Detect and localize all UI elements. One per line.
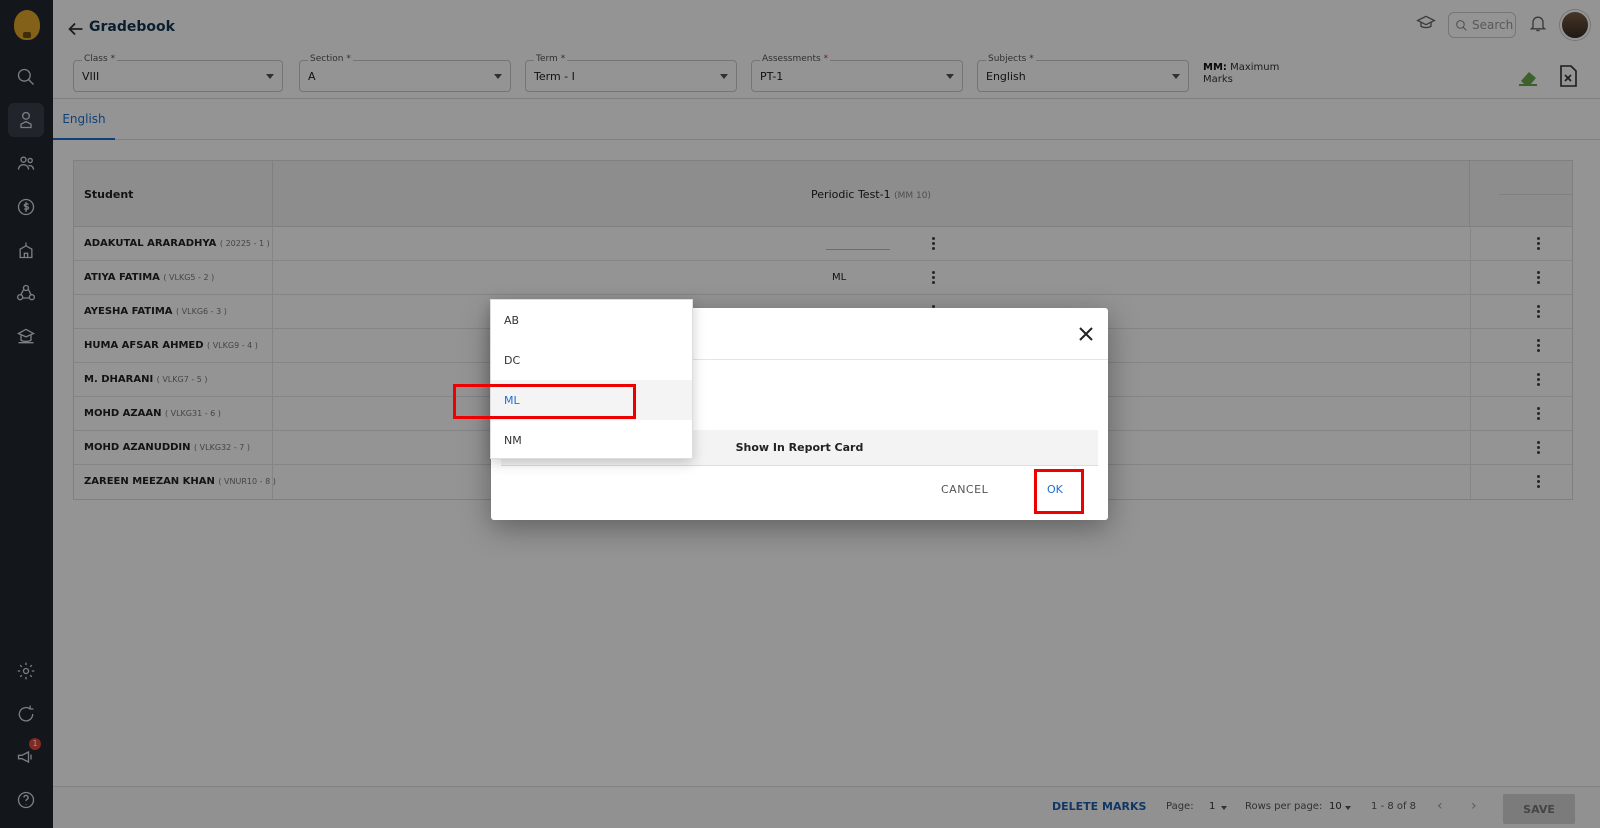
cancel-button[interactable]: CANCEL xyxy=(941,483,988,496)
option-ml[interactable]: ML xyxy=(491,380,692,420)
option-dc[interactable]: DC xyxy=(491,340,692,380)
option-ab[interactable]: AB xyxy=(491,300,692,340)
option-nm[interactable]: NM xyxy=(491,420,692,460)
mark-code-dropdown: AB DC ML NM xyxy=(490,299,693,459)
close-icon[interactable] xyxy=(1078,326,1094,342)
ok-button[interactable]: OK xyxy=(1047,483,1063,496)
